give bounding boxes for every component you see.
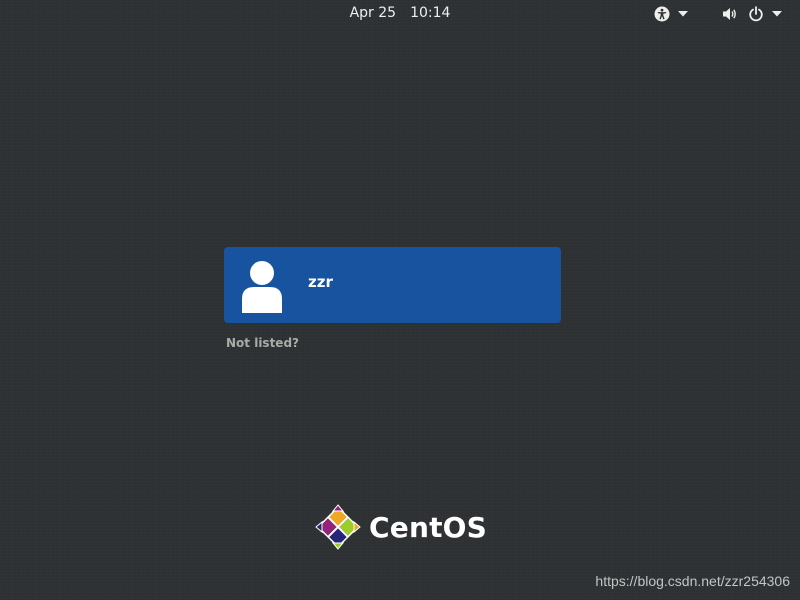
chevron-down-icon bbox=[772, 10, 782, 17]
volume-icon bbox=[722, 6, 738, 22]
centos-logo: CentOS bbox=[314, 503, 487, 551]
centos-logo-icon bbox=[315, 504, 361, 550]
time-label[interactable]: 10:14 bbox=[408, 5, 452, 21]
accessibility-icon bbox=[654, 6, 670, 22]
top-bar: Apr 25 10:14 bbox=[0, 0, 800, 27]
user-list-item[interactable]: zzr bbox=[224, 247, 561, 323]
user-avatar-icon bbox=[240, 259, 284, 313]
logo-text: CentOS bbox=[369, 510, 488, 544]
system-menu[interactable] bbox=[714, 0, 790, 27]
accessibility-menu[interactable] bbox=[648, 0, 694, 27]
user-name: zzr bbox=[308, 273, 333, 291]
chevron-down-icon bbox=[678, 10, 688, 17]
watermark-url: https://blog.csdn.net/zzr254306 bbox=[595, 573, 790, 589]
not-listed-link[interactable]: Not listed? bbox=[226, 336, 299, 350]
power-icon bbox=[748, 5, 764, 22]
date-label[interactable]: Apr 25 bbox=[348, 5, 398, 21]
